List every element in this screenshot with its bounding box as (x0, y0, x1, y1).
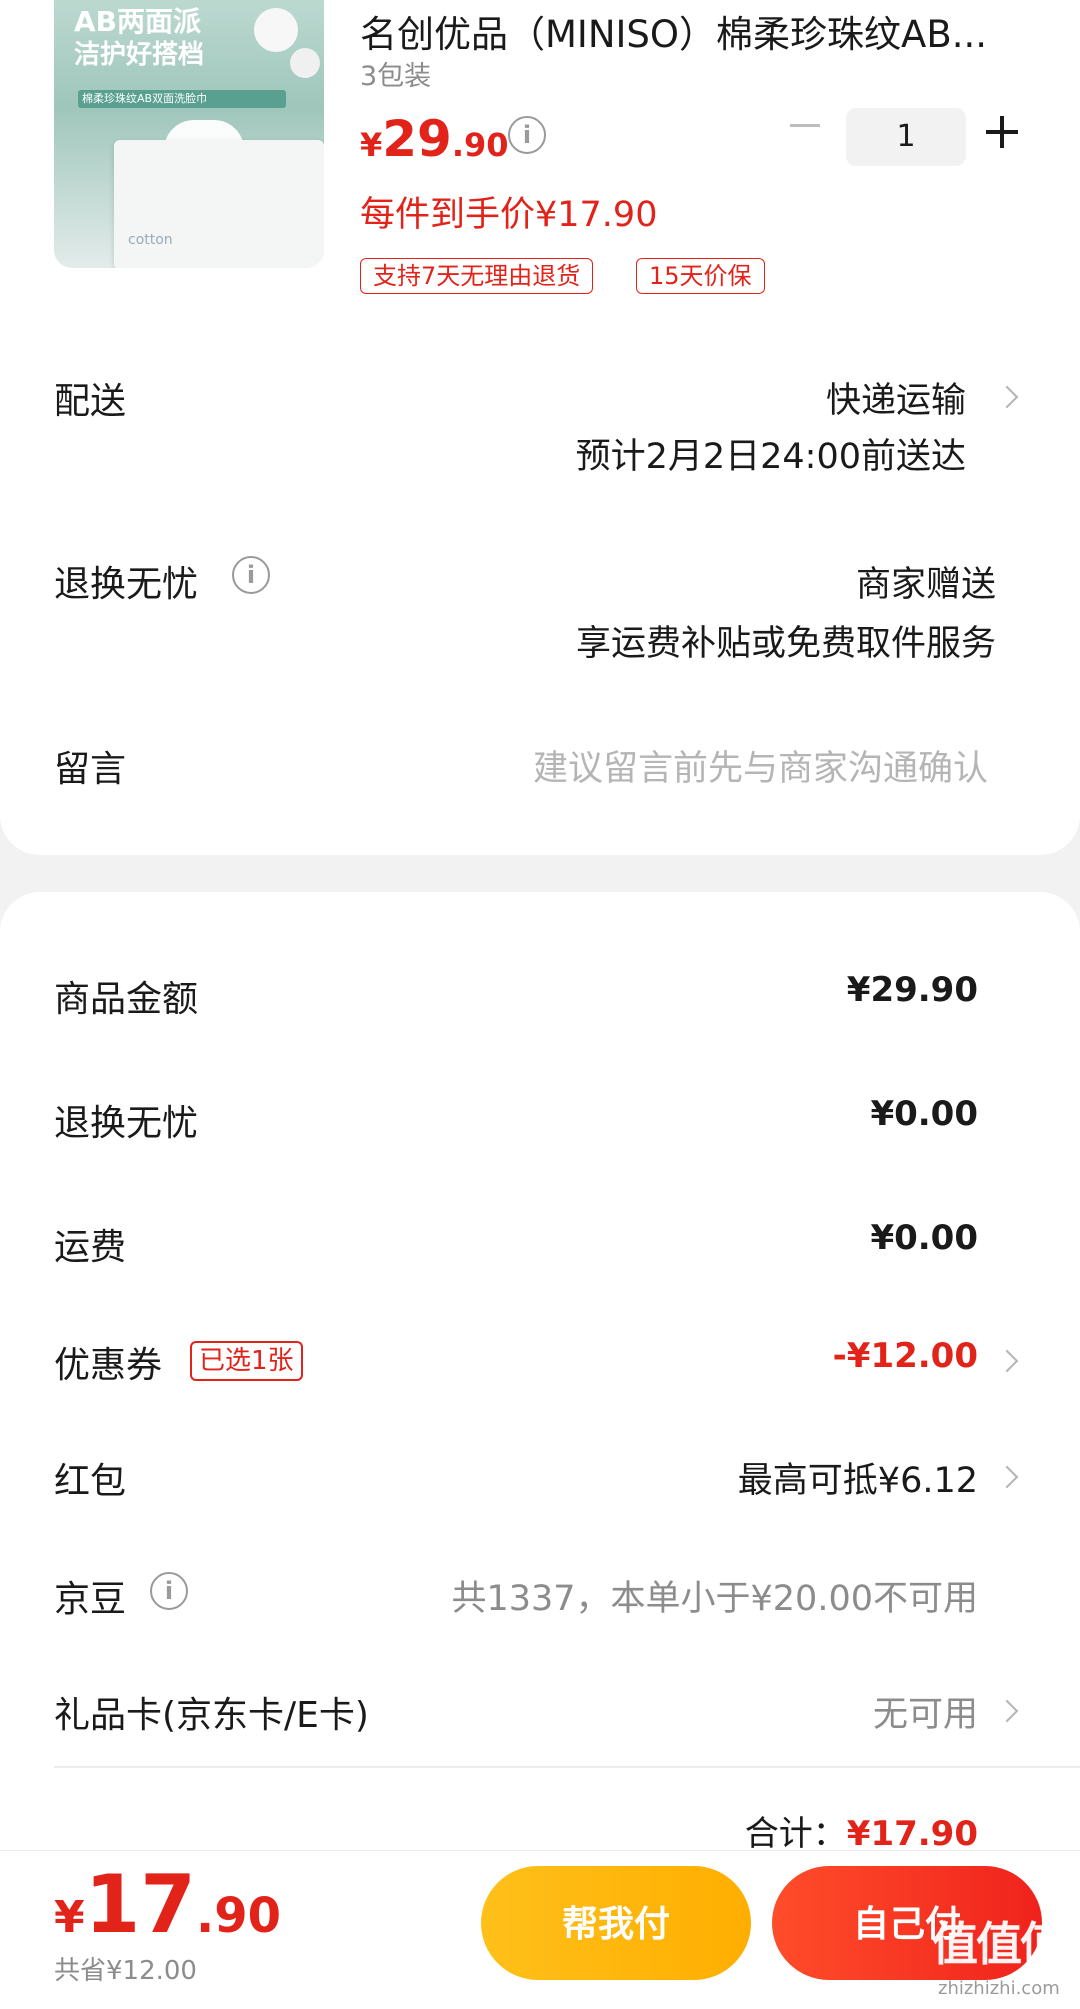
shipping-value: ¥0.00 (870, 1218, 978, 1258)
goods-amount-value: ¥29.90 (846, 970, 978, 1010)
goods-amount-label: 商品金额 (54, 979, 199, 1020)
product-price: ¥29.90 (360, 110, 509, 168)
pack-label: cotton (128, 232, 173, 248)
product-spec: 3包装 (360, 61, 432, 92)
info-icon[interactable]: i (508, 116, 546, 154)
quantity-value[interactable]: 1 (846, 108, 966, 166)
coupon-selected-badge: 已选1张 (190, 1341, 303, 1381)
saved-amount: 共省¥12.00 (54, 1956, 197, 1986)
product-image-caption: 棉柔珍珠纹AB双面洗脸巾 (78, 90, 286, 108)
redpacket-value[interactable]: 最高可抵¥6.12 (738, 1452, 978, 1503)
pay-currency: ¥ (54, 1892, 85, 1943)
return-fee-value: ¥0.00 (870, 1094, 978, 1134)
delivery-method[interactable]: 快递运输 (826, 372, 966, 423)
jingdou-value: 共1337，本单小于¥20.00不可用 (451, 1579, 978, 1619)
quantity-decrease-button[interactable] (790, 104, 824, 127)
total-label: 合计： (744, 1814, 847, 1854)
pay-decimal: .90 (195, 1888, 281, 1944)
tag-7day-return: 支持7天无理由退货 (360, 258, 594, 294)
return-service-value: 商家赠送 (855, 565, 996, 605)
price-decimal: .90 (451, 126, 509, 164)
product-title[interactable]: 名创优品（MINISO）棉柔珍珠纹AB... (360, 4, 1010, 58)
info-icon[interactable]: i (150, 1572, 188, 1610)
delivery-eta: 预计2月2日24:00前送达 (575, 437, 966, 477)
watermark-site: zhizhizhi.com (938, 1978, 1060, 1999)
return-fee-label: 退换无忧 (54, 1103, 199, 1144)
giftcard-label: 礼品卡(京东卡/E卡) (54, 1695, 369, 1736)
order-total: 合计：¥17.90 (745, 1806, 978, 1855)
coupon-value[interactable]: -¥12.00 (833, 1336, 978, 1376)
return-service-label: 退换无忧 (54, 564, 199, 605)
tissue-pack-graphic: cotton (114, 140, 324, 268)
pay-amount: ¥17.90 (54, 1858, 281, 1951)
total-value: ¥17.90 (846, 1814, 978, 1854)
coupon-label: 优惠券 (54, 1345, 163, 1386)
tag-price-protection: 15天价保 (636, 258, 765, 294)
final-unit-price: 每件到手价¥17.90 (360, 195, 658, 235)
redpacket-label: 红包 (54, 1461, 127, 1502)
cotton-flower-icon (290, 48, 320, 78)
friend-pay-button[interactable]: 帮我付 (481, 1866, 751, 1980)
message-input[interactable]: 建议留言前先与商家沟通确认 (533, 740, 988, 791)
message-label: 留言 (54, 749, 127, 790)
return-service-desc: 享运费补贴或免费取件服务 (575, 624, 996, 664)
pay-integer: 17 (84, 1858, 196, 1951)
price-integer: 29 (382, 110, 452, 168)
info-icon[interactable]: i (232, 556, 270, 594)
jingdou-label: 京豆 (54, 1579, 127, 1620)
product-image-subheadline: 洁护好搭档 (74, 40, 205, 70)
giftcard-value[interactable]: 无可用 (873, 1686, 978, 1737)
summary-divider (54, 1766, 1080, 1768)
product-image[interactable]: AB两面派 洁护好搭档 棉柔珍珠纹AB双面洗脸巾 cotton (54, 0, 324, 268)
watermark-logo: 值值值 (932, 1917, 1066, 1971)
quantity-increase-button[interactable] (986, 115, 1020, 149)
delivery-label: 配送 (54, 381, 127, 422)
cotton-flower-icon (254, 8, 298, 52)
shipping-label: 运费 (54, 1227, 127, 1268)
price-currency: ¥ (360, 126, 383, 164)
